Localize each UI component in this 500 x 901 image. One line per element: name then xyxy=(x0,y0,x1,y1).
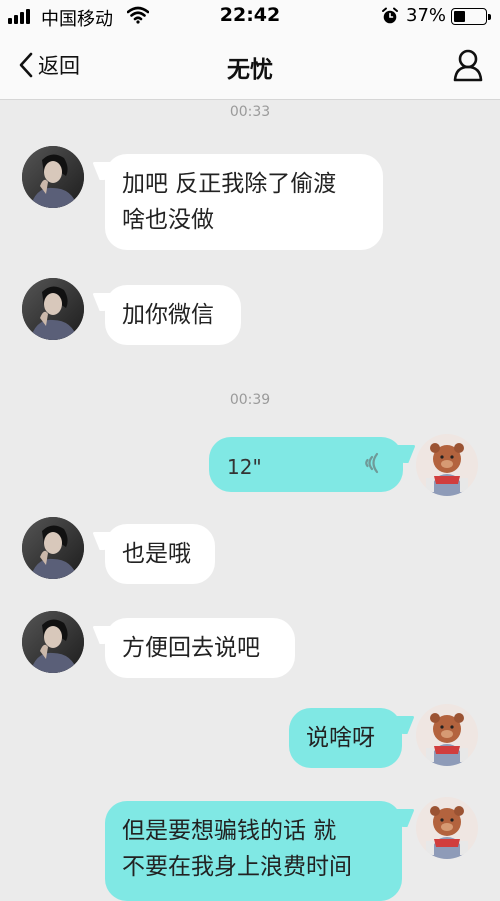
message-line: 不要在我身上浪费时间 xyxy=(122,854,352,880)
message-line: 方便回去说吧 xyxy=(122,635,260,661)
timestamp: 00:39 xyxy=(229,392,271,408)
status-bar: 中国移动 22:42 37% xyxy=(0,0,500,32)
voice-waves-icon xyxy=(365,452,379,474)
battery-icon xyxy=(451,8,491,25)
outgoing-message-bubble[interactable]: 但是要想骗钱的话 就 不要在我身上浪费时间 xyxy=(105,801,402,901)
contact-avatar[interactable] xyxy=(22,278,84,340)
back-button-label: 返回 xyxy=(38,54,80,78)
message-line: 但是要想骗钱的话 就 xyxy=(122,818,337,844)
alarm-icon xyxy=(382,7,398,24)
contact-avatar[interactable] xyxy=(22,146,84,208)
message-line: 说啥呀 xyxy=(306,725,375,751)
incoming-message-bubble[interactable]: 方便回去说吧 xyxy=(105,618,295,678)
message-line: 也是哦 xyxy=(122,541,191,567)
back-button[interactable]: 返回 xyxy=(18,50,80,80)
outgoing-message-bubble[interactable]: 说啥呀 xyxy=(289,708,402,768)
voice-duration: 12" xyxy=(227,455,262,479)
navigation-bar: 返回 无忧 xyxy=(0,32,500,100)
chevron-left-icon xyxy=(19,52,33,78)
message-line: 啥也没做 xyxy=(122,207,214,233)
timestamp: 00:33 xyxy=(229,104,271,120)
incoming-message-bubble[interactable]: 也是哦 xyxy=(105,524,215,584)
my-avatar[interactable] xyxy=(416,797,478,859)
my-avatar[interactable] xyxy=(416,434,478,496)
incoming-message-bubble[interactable]: 加你微信 xyxy=(105,285,241,345)
contact-avatar[interactable] xyxy=(22,611,84,673)
voice-message-bubble[interactable]: 12" xyxy=(209,437,403,492)
battery-percentage: 37% xyxy=(406,5,447,26)
incoming-message-bubble[interactable]: 加吧 反正我除了偷渡 啥也没做 xyxy=(105,154,383,250)
my-avatar[interactable] xyxy=(416,704,478,766)
message-line: 加你微信 xyxy=(122,302,214,328)
contact-avatar[interactable] xyxy=(22,517,84,579)
message-line: 加吧 反正我除了偷渡 xyxy=(122,171,337,197)
person-icon[interactable] xyxy=(452,48,484,82)
